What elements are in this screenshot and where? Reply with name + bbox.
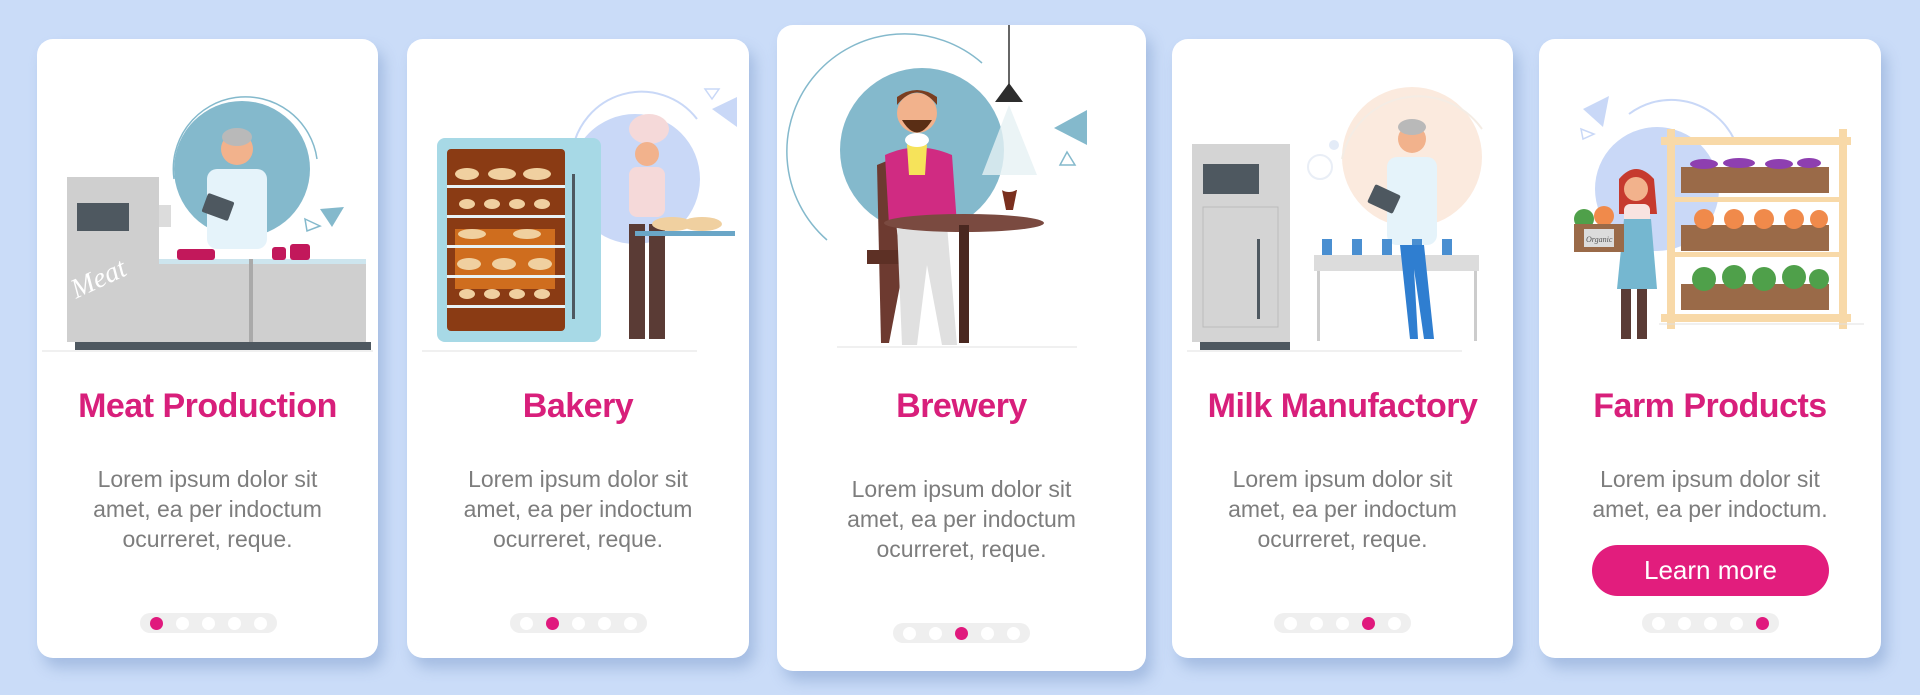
description-line: amet, ea per indoctum: [463, 496, 693, 522]
onboarding-card-brewery: Brewery Lorem ipsum dolor sit amet, ea p…: [777, 25, 1146, 671]
card-description: Lorem ipsum dolor sit amet, ea per indoc…: [407, 464, 749, 554]
meat-production-illustration: Meat: [42, 96, 373, 352]
description-line: amet, ea per indoctum.: [1592, 496, 1828, 522]
card-title: Milk Manufactory: [1207, 387, 1478, 425]
page-dot[interactable]: [519, 616, 533, 630]
page-dot[interactable]: [1335, 616, 1349, 630]
bakery-illustration: [422, 88, 737, 352]
description-line: Lorem ipsum dolor sit: [1600, 466, 1820, 492]
description-line: amet, ea per indoctum: [1228, 496, 1457, 522]
brewery-illustration: [786, 25, 1087, 348]
page-dot[interactable]: [928, 626, 942, 640]
page-dot[interactable]: [1677, 616, 1691, 630]
page-dot[interactable]: [1651, 616, 1665, 630]
description-line: Lorem ipsum dolor sit: [851, 476, 1072, 502]
page-dot[interactable]: [254, 616, 268, 630]
card-title: Bakery: [522, 387, 634, 425]
description-line: Lorem ipsum dolor sit: [468, 466, 688, 492]
page-indicator: [1642, 613, 1779, 633]
card-description: Lorem ipsum dolor sit amet, ea per indoc…: [37, 464, 378, 554]
card-title: Brewery: [896, 387, 1027, 425]
onboarding-card-meat-production: Meat Meat Production Lorem ipsum dolor s…: [37, 39, 378, 658]
page-indicator: [510, 613, 647, 633]
page-dot[interactable]: [1007, 626, 1021, 640]
page-indicator: [893, 623, 1030, 643]
card-description: Lorem ipsum dolor sit amet, ea per indoc…: [1539, 464, 1881, 524]
description-line: Lorem ipsum dolor sit: [97, 466, 318, 492]
description-line: ocurreret, reque.: [1257, 526, 1428, 552]
page-dot[interactable]: [201, 616, 215, 630]
page-dot-active[interactable]: [545, 616, 559, 630]
description-line: ocurreret, reque.: [122, 526, 293, 552]
page-dot-active[interactable]: [1362, 616, 1376, 630]
description-line: amet, ea per indoctum: [847, 506, 1076, 532]
onboarding-card-bakery: Bakery Lorem ipsum dolor sit amet, ea pe…: [407, 39, 749, 658]
page-dot[interactable]: [228, 616, 242, 630]
page-dot-active[interactable]: [954, 626, 968, 640]
description-line: Lorem ipsum dolor sit: [1232, 466, 1453, 492]
description-line: amet, ea per indoctum: [93, 496, 322, 522]
page-dot[interactable]: [175, 616, 189, 630]
description-line: ocurreret, reque.: [492, 526, 664, 552]
page-dot[interactable]: [598, 616, 612, 630]
page-dot[interactable]: [624, 616, 638, 630]
onboarding-card-farm-products: Organic Farm Products Lorem ipsum dolor …: [1539, 39, 1881, 658]
page-dot-active[interactable]: [149, 616, 163, 630]
page-dot[interactable]: [571, 616, 585, 630]
description-line: ocurreret, reque.: [876, 536, 1047, 562]
milk-manufactory-illustration: [1187, 87, 1483, 352]
onboarding-card-milk-manufactory: Milk Manufactory Lorem ipsum dolor sit a…: [1172, 39, 1513, 658]
page-indicator: [140, 613, 277, 633]
card-description: Lorem ipsum dolor sit amet, ea per indoc…: [777, 474, 1146, 564]
card-title: Farm Products: [1593, 387, 1827, 425]
page-dot-active[interactable]: [1756, 616, 1770, 630]
card-title: Meat Production: [78, 387, 337, 425]
page-dot[interactable]: [1388, 616, 1402, 630]
page-dot[interactable]: [1283, 616, 1297, 630]
page-dot[interactable]: [1730, 616, 1744, 630]
card-description: Lorem ipsum dolor sit amet, ea per indoc…: [1172, 464, 1513, 554]
learn-more-button[interactable]: Learn more: [1592, 545, 1829, 596]
page-dot[interactable]: [1703, 616, 1717, 630]
page-dot[interactable]: [902, 626, 916, 640]
page-indicator: [1274, 613, 1411, 633]
organic-label: Organic: [1586, 235, 1613, 244]
page-dot[interactable]: [1309, 616, 1323, 630]
page-dot[interactable]: [981, 626, 995, 640]
farm-products-illustration: Organic: [1574, 96, 1864, 339]
